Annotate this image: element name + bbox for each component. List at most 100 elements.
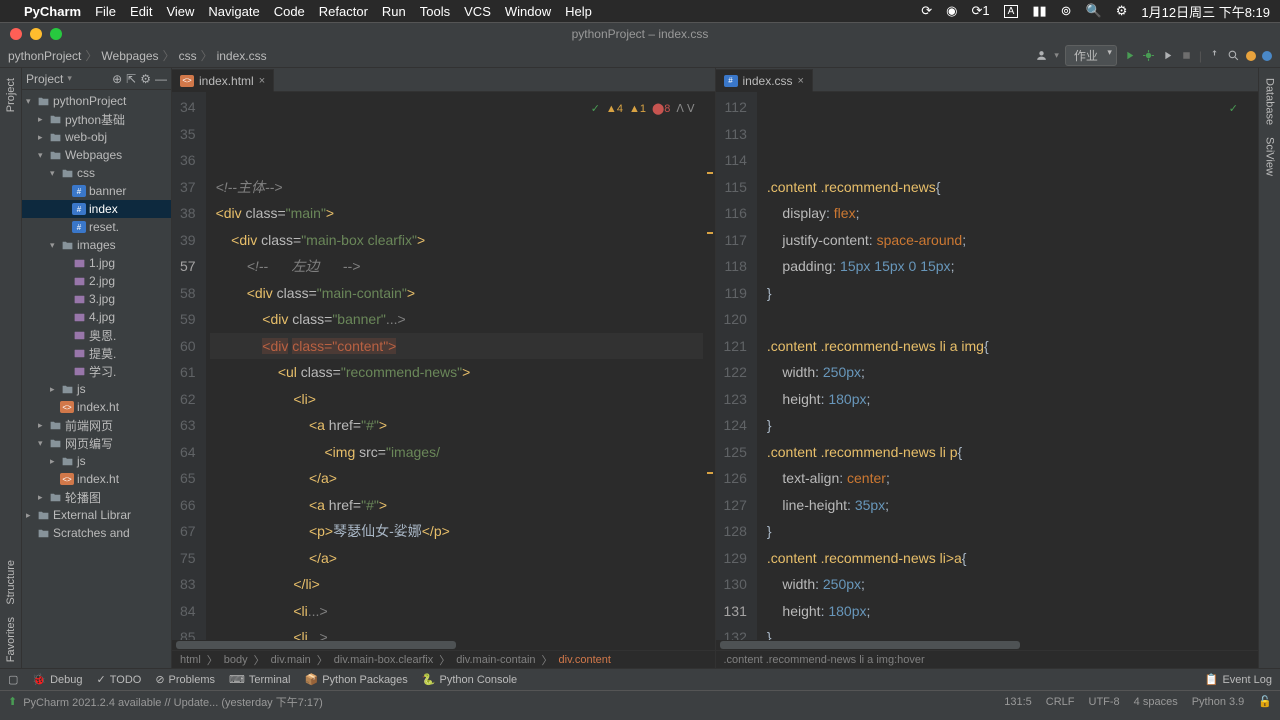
terminal-tool-button[interactable]: ⌨ Terminal — [229, 673, 290, 686]
tree-item[interactable]: ▸js — [22, 380, 171, 398]
line-separator[interactable]: CRLF — [1046, 696, 1075, 708]
fn-indicator[interactable]: A — [1004, 5, 1019, 18]
expand-icon[interactable]: ⊕ — [112, 72, 122, 86]
user-icon[interactable] — [1035, 49, 1048, 62]
tab-index-css[interactable]: #index.css× — [716, 69, 813, 92]
python-packages-tool-button[interactable]: 📦 Python Packages — [304, 673, 407, 686]
tree-item[interactable]: ▾pythonProject — [22, 92, 171, 110]
tree-item[interactable]: ▸web-obj — [22, 128, 171, 146]
h-scrollbar[interactable] — [172, 640, 715, 650]
file-encoding[interactable]: UTF-8 — [1089, 696, 1120, 708]
tree-item[interactable]: #banner — [22, 182, 171, 200]
breadcrumb[interactable]: Webpages — [101, 49, 158, 63]
update-notification-icon[interactable]: ⬆ — [8, 695, 17, 708]
tree-item[interactable]: ▾Webpages — [22, 146, 171, 164]
tree-item[interactable]: 1.jpg — [22, 254, 171, 272]
lock-icon[interactable]: 🔓 — [1258, 695, 1272, 708]
editor-breadcrumb[interactable]: html〉 body〉 div.main〉 div.main-box.clear… — [172, 650, 715, 668]
favorites-tool-button[interactable]: Favorites — [5, 617, 17, 662]
clock[interactable]: 1月12日周三 下午8:19 — [1141, 2, 1270, 21]
inspection-widget[interactable]: ✓ — [1229, 96, 1238, 123]
status-message[interactable]: PyCharm 2021.2.4 available // Update... … — [23, 694, 323, 710]
search-everywhere-icon[interactable] — [1227, 49, 1240, 62]
code-editor-html[interactable]: ✓ ▲4 ▲1 ⬤8 ᐱ ᐯ <!--主体--><div class="main… — [206, 92, 703, 640]
database-tool-button[interactable]: Database — [1264, 78, 1276, 125]
menu-edit[interactable]: Edit — [130, 4, 152, 19]
tree-item[interactable]: ▸python基础 — [22, 110, 171, 128]
todo-tool-button[interactable]: ✓ TODO — [97, 673, 142, 686]
tree-item[interactable]: #reset. — [22, 218, 171, 236]
event-log-button[interactable]: 📋 Event Log — [1205, 673, 1272, 686]
minimize-button[interactable] — [30, 28, 42, 40]
tree-item[interactable]: #index — [22, 200, 171, 218]
editor-breadcrumb[interactable]: .content .recommend-news li a img:hover — [716, 650, 1259, 668]
tree-item[interactable]: ▸轮播图 — [22, 488, 171, 506]
menu-help[interactable]: Help — [565, 4, 592, 19]
structure-tool-button[interactable]: Structure — [5, 560, 17, 605]
project-tool-button[interactable]: Project — [5, 78, 17, 112]
h-scrollbar[interactable] — [716, 640, 1259, 650]
run-icon[interactable] — [1123, 49, 1136, 62]
breadcrumb[interactable]: index.css — [217, 49, 267, 63]
collapse-icon[interactable]: ⇱ — [126, 72, 136, 86]
tool-window-quick-access-icon[interactable]: ▢ — [8, 673, 18, 686]
hide-icon[interactable]: — — [155, 72, 167, 86]
tree-item[interactable]: Scratches and — [22, 524, 171, 542]
git-update-icon[interactable] — [1208, 49, 1221, 62]
python-console-tool-button[interactable]: 🐍 Python Console — [422, 673, 517, 686]
problems-tool-button[interactable]: ⊘ Problems — [155, 673, 215, 686]
menu-tools[interactable]: Tools — [420, 4, 450, 19]
indent-info[interactable]: 4 spaces — [1134, 696, 1178, 708]
tree-item[interactable]: ▾css — [22, 164, 171, 182]
updates-icon[interactable]: ⟳1 — [972, 3, 990, 19]
breadcrumb[interactable]: css — [179, 49, 197, 63]
tree-item[interactable]: ▾网页编写 — [22, 434, 171, 452]
menu-run[interactable]: Run — [382, 4, 406, 19]
marker-rail[interactable] — [703, 92, 715, 640]
caret-position[interactable]: 131:5 — [1004, 696, 1032, 708]
settings-icon[interactable]: ⚙ — [140, 72, 151, 86]
ide-indicator-icon[interactable] — [1262, 51, 1272, 61]
tree-item[interactable]: 奥恩. — [22, 326, 171, 344]
project-tree[interactable]: ▾pythonProject▸python基础▸web-obj▾Webpages… — [22, 90, 171, 668]
stop-icon[interactable] — [1180, 49, 1193, 62]
app-name[interactable]: PyCharm — [24, 4, 81, 19]
debug-icon[interactable] — [1142, 49, 1155, 62]
sciview-tool-button[interactable]: SciView — [1264, 137, 1276, 176]
breadcrumb[interactable]: pythonProject — [8, 49, 81, 63]
code-editor-css[interactable]: ✓ .content .recommend-news{ display: fle… — [757, 92, 1246, 640]
more-run-icon[interactable] — [1161, 49, 1174, 62]
tree-item[interactable]: 4.jpg — [22, 308, 171, 326]
record-icon[interactable]: ◉ — [946, 3, 957, 19]
menu-view[interactable]: View — [166, 4, 194, 19]
tree-item[interactable]: <>index.ht — [22, 398, 171, 416]
tree-item[interactable]: ▸前端网页 — [22, 416, 171, 434]
run-config-dropdown[interactable]: 作业 — [1065, 45, 1117, 66]
close-button[interactable] — [10, 28, 22, 40]
debug-tool-button[interactable]: 🐞 Debug — [32, 673, 82, 686]
menu-code[interactable]: Code — [274, 4, 305, 19]
ide-indicator-icon[interactable] — [1246, 51, 1256, 61]
tree-item[interactable]: 提莫. — [22, 344, 171, 362]
menu-vcs[interactable]: VCS — [464, 4, 491, 19]
marker-rail[interactable] — [1246, 92, 1258, 640]
tree-item[interactable]: 学习. — [22, 362, 171, 380]
close-icon[interactable]: × — [798, 75, 804, 87]
menu-refactor[interactable]: Refactor — [319, 4, 368, 19]
wifi-icon[interactable]: ⊚ — [1061, 3, 1072, 19]
battery-icon[interactable]: ▮▮ — [1032, 3, 1046, 19]
tree-item[interactable]: 2.jpg — [22, 272, 171, 290]
close-icon[interactable]: × — [259, 75, 265, 87]
tree-item[interactable]: ▸js — [22, 452, 171, 470]
interpreter-info[interactable]: Python 3.9 — [1192, 696, 1245, 708]
control-center-icon[interactable]: ⚙ — [1116, 3, 1128, 19]
maximize-button[interactable] — [50, 28, 62, 40]
sync-icon[interactable]: ⟳ — [921, 3, 932, 19]
inspection-widget[interactable]: ✓ ▲4 ▲1 ⬤8 ᐱ ᐯ — [591, 96, 695, 123]
menu-navigate[interactable]: Navigate — [208, 4, 259, 19]
menu-window[interactable]: Window — [505, 4, 551, 19]
tree-item[interactable]: 3.jpg — [22, 290, 171, 308]
tree-item[interactable]: ▾images — [22, 236, 171, 254]
tree-item[interactable]: ▸External Librar — [22, 506, 171, 524]
tab-index-html[interactable]: <>index.html× — [172, 69, 274, 92]
